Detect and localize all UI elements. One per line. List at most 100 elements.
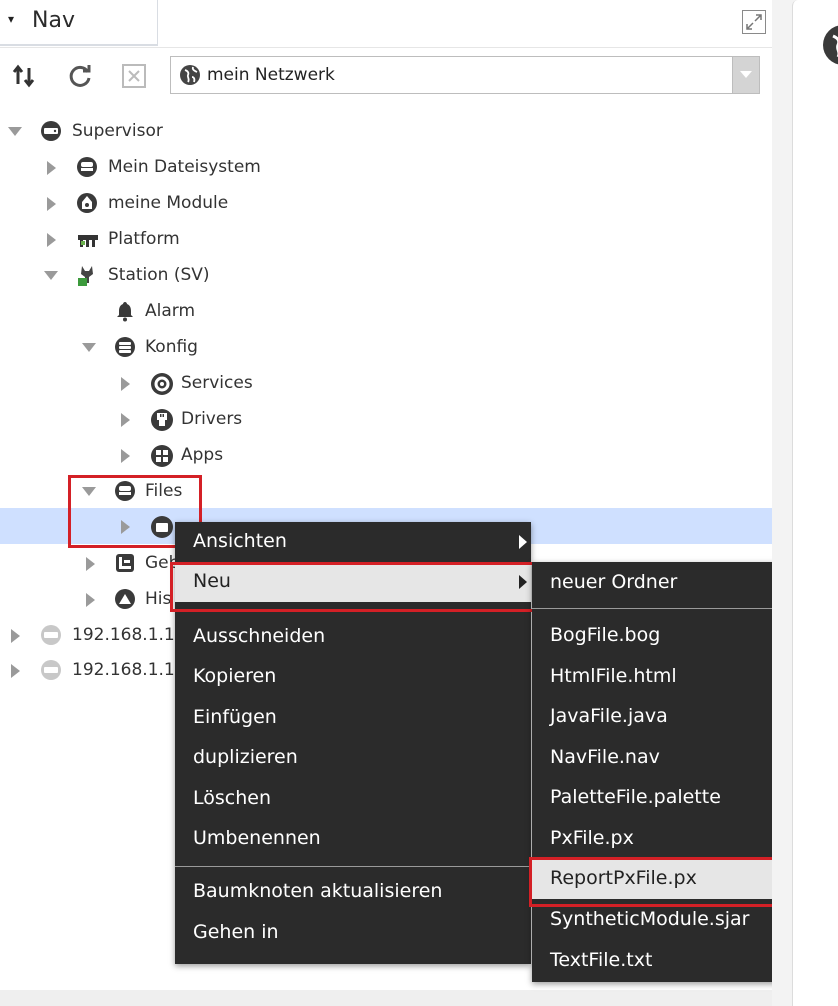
expand-arrow-icon[interactable] bbox=[121, 449, 130, 463]
tree-label: Apps bbox=[181, 445, 224, 465]
module-icon bbox=[76, 192, 98, 214]
tree-node-konfig[interactable]: Konfig bbox=[0, 329, 772, 365]
expand-arrow-icon[interactable] bbox=[47, 161, 56, 175]
menu-item-loeschen[interactable]: Löschen bbox=[175, 779, 531, 819]
expand-arrow-icon[interactable] bbox=[44, 271, 58, 280]
submenu-item-neuer-ordner[interactable]: neuer Ordner bbox=[532, 563, 778, 603]
submenu-item-label: PxFile.px bbox=[550, 827, 634, 849]
server-icon bbox=[40, 624, 62, 646]
expand-arrow-icon[interactable] bbox=[86, 557, 95, 571]
expand-arrow-icon[interactable] bbox=[8, 127, 22, 136]
expand-arrow-icon[interactable] bbox=[47, 197, 56, 211]
tree-node-apps[interactable]: Apps bbox=[0, 437, 772, 473]
highlight-box-neu bbox=[170, 562, 536, 612]
tree-label: meine Module bbox=[108, 193, 229, 213]
globe-icon bbox=[179, 64, 201, 91]
history-icon bbox=[114, 588, 136, 610]
refresh-icon[interactable] bbox=[64, 60, 96, 92]
bottom-bar bbox=[0, 990, 772, 1006]
maximize-icon[interactable] bbox=[742, 10, 766, 34]
menu-item-duplizieren[interactable]: duplizieren bbox=[175, 738, 531, 778]
station-icon bbox=[76, 264, 98, 286]
tab-nav[interactable]: ▾ Nav bbox=[0, 0, 158, 46]
menu-item-ausschneiden[interactable]: Ausschneiden bbox=[175, 617, 531, 657]
submenu-item-pxfile[interactable]: PxFile.px bbox=[532, 819, 778, 859]
submenu-item-textfile[interactable]: TextFile.txt bbox=[532, 941, 778, 981]
menu-item-label: Umbenennen bbox=[193, 827, 321, 849]
submenu-item-javafile[interactable]: JavaFile.java bbox=[532, 697, 778, 737]
submenu-item-label: JavaFile.java bbox=[550, 705, 668, 727]
tree-label: His bbox=[145, 589, 172, 609]
menu-item-label: Ausschneiden bbox=[193, 625, 326, 647]
selector-value: mein Netzwerk bbox=[207, 65, 335, 85]
globe-icon bbox=[821, 22, 838, 73]
menu-item-label: Einfügen bbox=[193, 706, 277, 728]
tree-node-drivers[interactable]: Drivers bbox=[0, 401, 772, 437]
server-icon bbox=[40, 120, 62, 142]
sync-arrows-icon[interactable] bbox=[8, 60, 40, 92]
submenu-item-label: neuer Ordner bbox=[550, 571, 678, 593]
right-panel bbox=[792, 0, 838, 1006]
tab-bar: ▾ Nav bbox=[0, 0, 772, 46]
platform-icon bbox=[76, 228, 98, 250]
menu-item-gehen-in[interactable]: Gehen in bbox=[175, 913, 531, 953]
apps-icon bbox=[150, 444, 173, 467]
highlight-box-reportpxfile bbox=[529, 857, 783, 907]
submenu-item-label: PaletteFile.palette bbox=[550, 786, 721, 808]
submenu-item-label: SyntheticModule.sjar bbox=[550, 908, 750, 930]
tree-node-station[interactable]: Station (SV) bbox=[0, 257, 772, 293]
tree-label: Services bbox=[181, 373, 253, 393]
submenu-item-palettefile[interactable]: PaletteFile.palette bbox=[532, 778, 778, 818]
menu-separator bbox=[532, 608, 778, 609]
filesystem-icon bbox=[76, 156, 98, 178]
expand-arrow-icon[interactable] bbox=[86, 593, 95, 607]
tree-label: Platform bbox=[108, 229, 180, 249]
submenu-item-label: HtmlFile.html bbox=[550, 665, 677, 687]
menu-item-label: duplizieren bbox=[193, 746, 298, 768]
expand-arrow-icon[interactable] bbox=[11, 664, 20, 678]
bell-icon bbox=[114, 300, 136, 322]
expand-arrow-icon[interactable] bbox=[47, 233, 56, 247]
tree-label: Station (SV) bbox=[108, 265, 210, 285]
menu-item-label: Kopieren bbox=[193, 665, 277, 687]
tab-label: Nav bbox=[32, 8, 75, 33]
database-icon bbox=[114, 336, 136, 358]
tree-node-services[interactable]: Services bbox=[0, 365, 772, 401]
tree-label: Konfig bbox=[145, 337, 198, 357]
expand-arrow-icon[interactable] bbox=[121, 413, 130, 427]
tree-label: Mein Dateisystem bbox=[108, 157, 261, 177]
close-icon[interactable] bbox=[118, 60, 150, 92]
menu-separator bbox=[175, 866, 531, 867]
tree-node-meine-module[interactable]: meine Module bbox=[0, 185, 772, 221]
tree-node-supervisor[interactable]: Supervisor bbox=[0, 113, 772, 149]
menu-item-baumknoten-aktualisieren[interactable]: Baumknoten aktualisieren bbox=[175, 872, 531, 912]
server-icon bbox=[40, 659, 62, 681]
submenu-neu: neuer Ordner BogFile.bog HtmlFile.html J… bbox=[532, 562, 778, 982]
caret-down-icon[interactable]: ▾ bbox=[8, 12, 14, 26]
menu-item-label: Baumknoten aktualisieren bbox=[193, 880, 443, 902]
tree-node-mein-dateisystem[interactable]: Mein Dateisystem bbox=[0, 149, 772, 185]
submenu-arrow-icon bbox=[519, 535, 527, 549]
drivers-icon bbox=[150, 408, 173, 431]
menu-item-label: Gehen in bbox=[193, 921, 279, 943]
expand-arrow-icon[interactable] bbox=[11, 629, 20, 643]
tree-node-platform[interactable]: Platform bbox=[0, 221, 772, 257]
services-icon bbox=[150, 372, 173, 395]
menu-item-ansichten[interactable]: Ansichten bbox=[175, 522, 531, 562]
chevron-down-icon[interactable] bbox=[732, 57, 759, 93]
menu-item-kopieren[interactable]: Kopieren bbox=[175, 657, 531, 697]
submenu-item-label: TextFile.txt bbox=[550, 949, 653, 971]
menu-item-umbenennen[interactable]: Umbenennen bbox=[175, 819, 531, 859]
menu-item-label: Ansichten bbox=[193, 530, 287, 552]
tree-label: Supervisor bbox=[72, 121, 163, 141]
tree-label: Alarm bbox=[145, 301, 196, 321]
network-selector[interactable]: mein Netzwerk bbox=[170, 56, 760, 94]
tree-node-alarm[interactable]: Alarm bbox=[0, 293, 772, 329]
expand-arrow-icon[interactable] bbox=[121, 377, 130, 391]
submenu-item-htmlfile[interactable]: HtmlFile.html bbox=[532, 657, 778, 697]
submenu-item-navfile[interactable]: NavFile.nav bbox=[532, 738, 778, 778]
expand-arrow-icon[interactable] bbox=[82, 343, 96, 352]
menu-item-einfuegen[interactable]: Einfügen bbox=[175, 698, 531, 738]
submenu-item-bogfile[interactable]: BogFile.bog bbox=[532, 616, 778, 656]
submenu-item-label: BogFile.bog bbox=[550, 624, 661, 646]
